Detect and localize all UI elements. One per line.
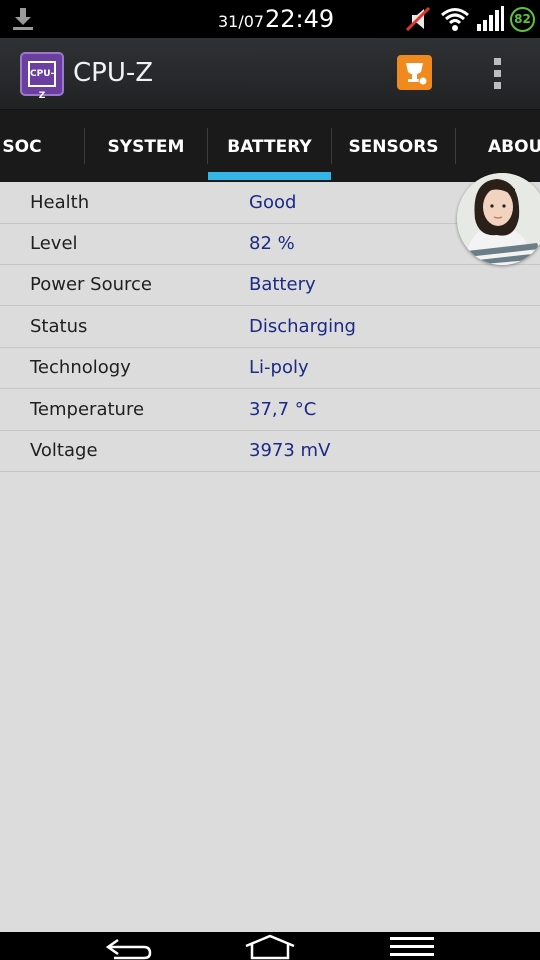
row-value: 3973 mV: [249, 440, 331, 461]
signal-icon: [477, 6, 504, 31]
menu-button[interactable]: [390, 934, 434, 960]
home-button[interactable]: [244, 934, 296, 960]
tab-soc[interactable]: SOC: [0, 110, 44, 182]
menu-dot-icon: [493, 58, 501, 65]
tab-bar: SOC SYSTEM BATTERY SENSORS ABOUT: [0, 110, 540, 182]
tab-about[interactable]: ABOUT: [488, 110, 540, 182]
row-label: Level: [30, 233, 78, 254]
battery-icon: 82: [510, 7, 535, 32]
logo-text: CPU-Z: [28, 61, 56, 101]
row-value: Li-poly: [249, 357, 309, 378]
wifi-icon: [441, 8, 469, 31]
row-value: 37,7 °C: [249, 399, 317, 420]
trophy-button[interactable]: [397, 55, 432, 90]
download-icon: [13, 8, 33, 30]
status-date: 31/07: [218, 12, 265, 31]
floating-avatar-bubble[interactable]: [457, 173, 540, 265]
row-value: Discharging: [249, 316, 356, 337]
trophy-icon: [406, 63, 428, 86]
menu-dot-icon: [493, 70, 501, 77]
row-value: Battery: [249, 274, 316, 295]
action-bar: CPU-Z CPU-Z: [0, 38, 540, 110]
row-label: Status: [30, 316, 88, 337]
avatar: [457, 173, 540, 265]
back-button[interactable]: [104, 934, 152, 960]
app-title: CPU-Z: [73, 58, 154, 88]
status-bar: 31/07 22:49 82: [0, 0, 540, 38]
battery-info-panel: Health Good Level 82 % Power Source Batt…: [0, 182, 540, 932]
info-row-power-source: Power Source Battery: [0, 264, 540, 306]
info-row-status: Status Discharging: [0, 306, 540, 348]
row-value: 82 %: [249, 233, 295, 254]
tab-system[interactable]: SYSTEM: [85, 110, 207, 182]
row-label: Temperature: [30, 399, 145, 420]
tab-sensors[interactable]: SENSORS: [332, 110, 455, 182]
info-row-voltage: Voltage 3973 mV: [0, 430, 540, 472]
menu-dot-icon: [493, 82, 501, 89]
row-label: Health: [30, 192, 90, 213]
navigation-bar: [0, 932, 540, 960]
cpu-z-logo-icon: CPU-Z: [20, 52, 64, 101]
tab-divider: [455, 128, 456, 164]
overflow-menu-button[interactable]: [486, 54, 508, 94]
mute-icon: [405, 6, 431, 32]
info-row-technology: Technology Li-poly: [0, 347, 540, 389]
info-row-temperature: Temperature 37,7 °C: [0, 389, 540, 431]
row-value: Good: [249, 192, 297, 213]
status-time: 22:49: [265, 5, 335, 33]
row-label: Technology: [30, 357, 131, 378]
row-label: Power Source: [30, 274, 152, 295]
row-label: Voltage: [30, 440, 98, 461]
active-tab-indicator: [208, 172, 331, 180]
